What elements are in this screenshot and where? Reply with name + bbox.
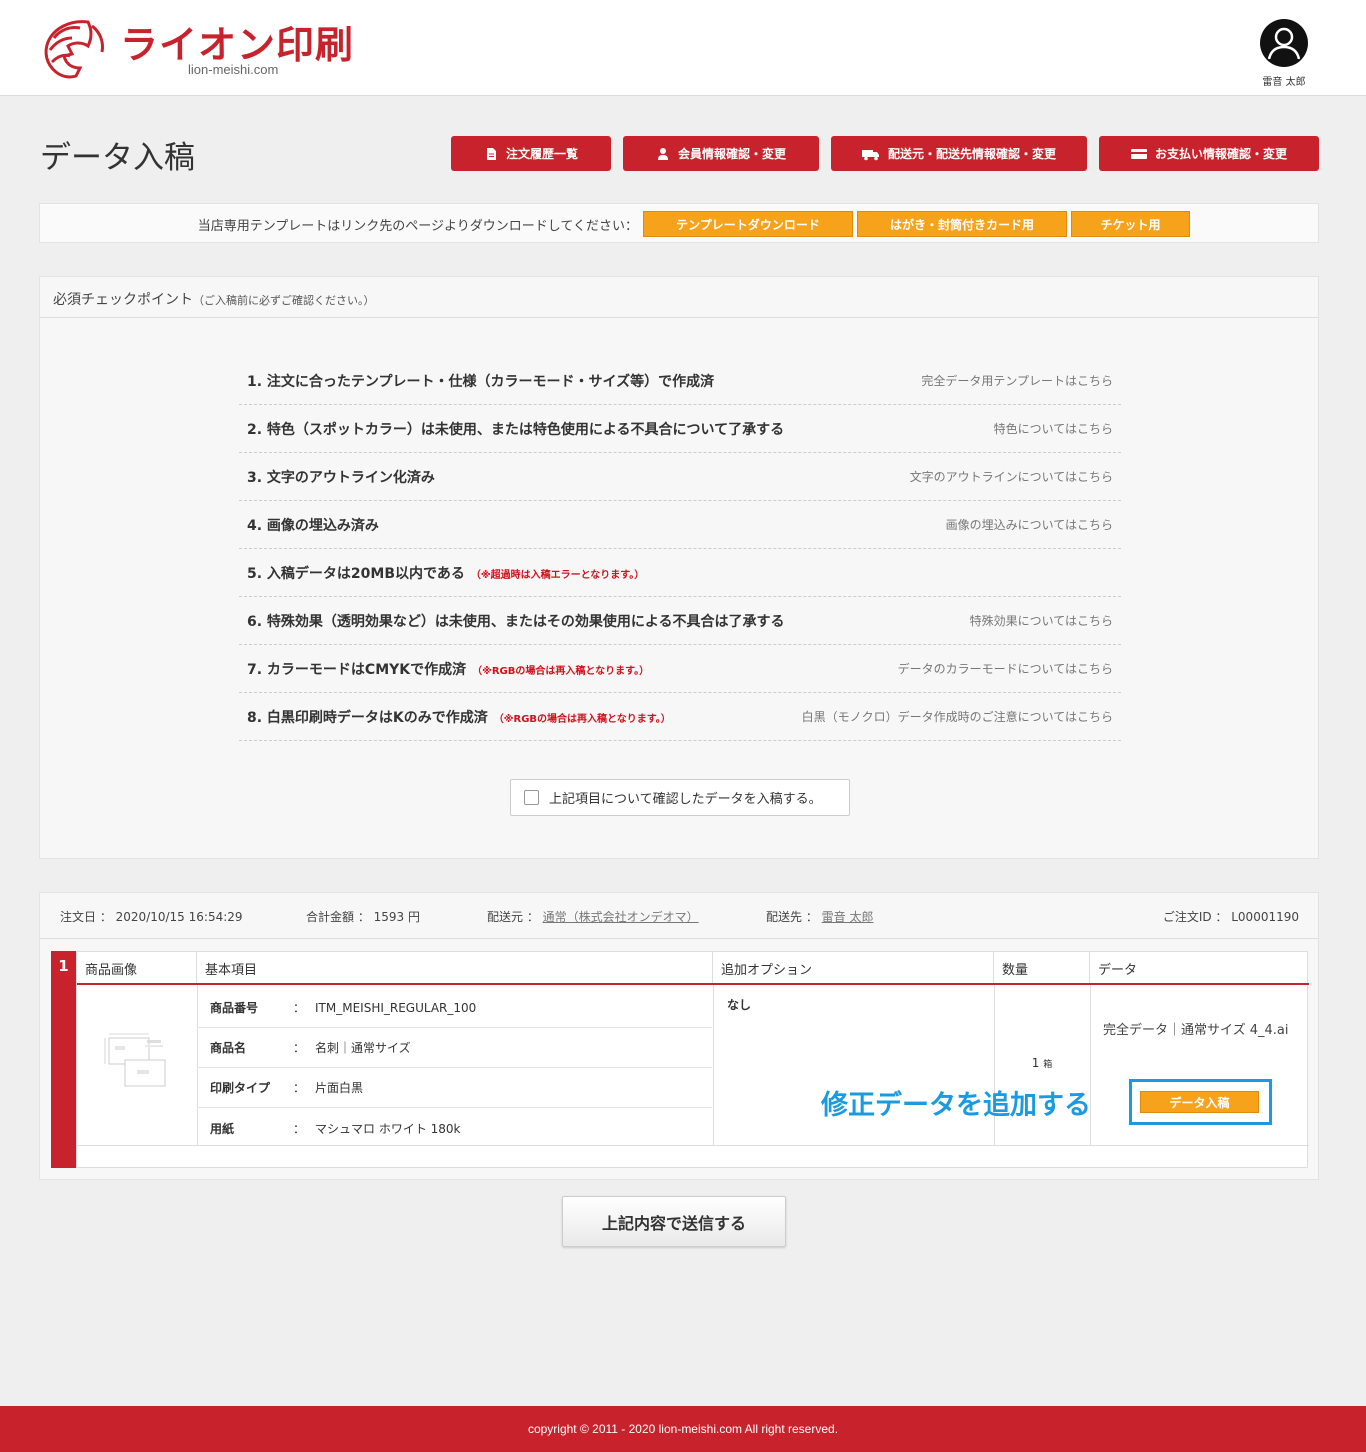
checkpoint-label: 2. 特色（スポットカラー）は未使用、または特色使用による不具合について了承する <box>247 421 785 438</box>
logo-text[interactable]: ライオン印刷 <box>120 14 354 69</box>
user-icon <box>657 147 668 160</box>
checkpoint-title-note: （ご入稿前に必ずご確認ください。） <box>193 294 375 307</box>
checkpoint-item: 8. 白黒印刷時データはKのみで作成済 （※RGBの場合は再入稿となります。） 白… <box>239 693 1121 741</box>
confirm-checkbox-label: 上記項目について確認したデータを入稿する。 <box>549 792 822 807</box>
ticket-template-button[interactable]: チケット用 <box>1071 211 1190 237</box>
checkpoint-label: 5. 入稿データは20MB以内である <box>247 565 465 582</box>
product-thumbnail[interactable] <box>103 1032 171 1090</box>
checkpoint-item: 1. 注文に合ったテンプレート・仕様（カラーモード・サイズ等）で作成済 完全デー… <box>239 357 1121 405</box>
checkpoint-item: 5. 入稿データは20MB以内である （※超過時は入稿エラーとなります。） <box>239 549 1121 597</box>
column-header-image: 商品画像 <box>77 952 197 983</box>
member-info-label: 会員情報確認・変更 <box>677 147 786 161</box>
checkpoint-item: 6. 特殊効果（透明効果など）は未使用、またはその効果使用による不具合は了承する… <box>239 597 1121 645</box>
checkpoint-panel: 必須チェックポイント（ご入稿前に必ずご確認ください。） 1. 注文に合ったテンプ… <box>39 276 1319 859</box>
document-icon <box>486 147 496 160</box>
checkpoint-help-link[interactable]: 完全データ用テンプレートはこちら <box>921 372 1113 389</box>
divider <box>713 985 714 1145</box>
checkpoint-warning: （※RGBの場合は再入稿となります。） <box>493 713 671 725</box>
member-info-button[interactable]: 会員情報確認・変更 <box>623 136 819 171</box>
submit-button[interactable]: 上記内容で送信する <box>562 1196 786 1247</box>
spec-value: 片面白黒 <box>315 1081 364 1095</box>
order-total: 合計金額 ： 1593 円 <box>306 910 421 924</box>
order-panel: 注文日 ： 2020/10/15 16:54:29 合計金額 ： 1593 円 … <box>39 892 1319 1180</box>
header-divider <box>77 983 1309 985</box>
option-value: なし <box>727 998 752 1012</box>
checkpoint-list: 1. 注文に合ったテンプレート・仕様（カラーモード・サイズ等）で作成済 完全デー… <box>239 357 1121 741</box>
order-date: 注文日 ： 2020/10/15 16:54:29 <box>60 910 243 924</box>
shipping-info-button[interactable]: 配送元・配送先情報確認・変更 <box>831 136 1087 171</box>
checkpoint-help-link[interactable]: 特殊効果についてはこちら <box>970 612 1113 629</box>
truck-icon <box>861 149 879 160</box>
card-icon <box>1130 148 1147 159</box>
checkpoint-warning: （※超過時は入稿エラーとなります。） <box>470 569 645 581</box>
spec-key: 用紙 <box>210 1121 235 1136</box>
checkpoint-title: 必須チェックポイント <box>53 292 193 308</box>
page-title: データ入稿 <box>40 140 195 176</box>
checkpoint-help-link[interactable]: 特色についてはこちら <box>994 420 1113 437</box>
checkpoint-label: 6. 特殊効果（透明効果など）は未使用、またはその効果使用による不具合は了承する <box>247 613 785 630</box>
spec-key: 商品番号 <box>210 1001 259 1015</box>
shipping-info-label: 配送元・配送先情報確認・変更 <box>887 147 1056 161</box>
checkpoint-label: 3. 文字のアウトライン化済み <box>247 469 435 486</box>
order-history-button[interactable]: 注文履歴一覧 <box>451 136 611 171</box>
footer-copyright: copyright © 2011 - 2020 lion-meishi.com … <box>0 1406 1366 1452</box>
checkpoint-help-link[interactable]: データのカラーモードについてはこちら <box>898 660 1113 677</box>
spec-value: ITM_MEISHI_REGULAR_100 <box>315 1000 477 1015</box>
lion-logo-icon[interactable] <box>40 16 110 80</box>
checkpoint-item: 2. 特色（スポットカラー）は未使用、または特色使用による不具合について了承する… <box>239 405 1121 453</box>
template-bar: 当店専用テンプレートはリンク先のページよりダウンロードしてください： テンプレー… <box>39 203 1319 243</box>
user-name[interactable]: 雷音 太郎 <box>1252 73 1316 88</box>
template-download-button[interactable]: テンプレートダウンロード <box>643 211 853 237</box>
order-id: ご注文ID ： L00001190 <box>1162 910 1299 924</box>
spec-key: 印刷タイプ <box>210 1081 271 1095</box>
order-ship-from: 配送元 ： 通常（株式会社オンデオマ） <box>487 910 699 924</box>
checkpoint-item: 4. 画像の埋込み済み 画像の埋込みについてはこちら <box>239 501 1121 549</box>
logo-subtitle: lion-meishi.com <box>188 62 279 77</box>
spec-key: 商品名 <box>210 1041 247 1055</box>
spec-value: マシュマロ ホワイト 180k <box>315 1121 461 1136</box>
checkpoint-help-link[interactable]: 画像の埋込みについてはこちら <box>946 516 1113 533</box>
payment-info-label: お支払い情報確認・変更 <box>1154 147 1287 161</box>
data-file-name: 完全データ｜通常サイズ 4_4.ai <box>1103 1023 1289 1038</box>
payment-info-button[interactable]: お支払い情報確認・変更 <box>1099 136 1319 171</box>
checkpoint-help-link[interactable]: 文字のアウトラインについてはこちら <box>910 468 1113 485</box>
ship-to-link[interactable]: 雷音 太郎 <box>822 910 874 924</box>
order-item-table: 商品画像 基本項目 追加オプション 数量 データ 商品番号： ITM_MEISHI… <box>76 951 1309 1168</box>
checkpoint-header: 必須チェックポイント（ご入稿前に必ずご確認ください。） <box>40 277 1318 318</box>
column-header-options: 追加オプション <box>713 952 994 983</box>
checkpoint-label: 8. 白黒印刷時データはKのみで作成済 <box>247 709 488 726</box>
checkpoint-item: 7. カラーモードはCMYKで作成済 （※RGBの場合は再入稿となります。） デー… <box>239 645 1121 693</box>
spec-row-product-code: 商品番号： ITM_MEISHI_REGULAR_100 <box>197 988 712 1028</box>
site-header: ライオン印刷 lion-meishi.com 雷音 太郎 <box>0 0 1366 96</box>
checkpoint-warning: （※RGBの場合は再入稿となります。） <box>472 665 650 677</box>
checkpoint-help-link[interactable]: 白黒（モノクロ）データ作成時のご注意についてはこちら <box>802 708 1113 725</box>
quantity-value: 1 箱 <box>1031 1056 1053 1070</box>
order-ship-to: 配送先 ： 雷音 太郎 <box>766 910 874 924</box>
user-avatar-icon[interactable] <box>1260 19 1308 67</box>
checkpoint-label: 1. 注文に合ったテンプレート・仕様（カラーモード・サイズ等）で作成済 <box>247 373 715 390</box>
confirm-checkbox-field[interactable]: 上記項目について確認したデータを入稿する。 <box>510 779 850 816</box>
data-upload-button[interactable]: データ入稿 <box>1140 1091 1259 1113</box>
item-number: 1 <box>51 951 76 1168</box>
column-header-basic: 基本項目 <box>197 952 713 983</box>
spec-row-product-name: 商品名：名刺｜通常サイズ <box>197 1028 712 1068</box>
checkpoint-label: 7. カラーモードはCMYKで作成済 <box>247 661 467 678</box>
annotation-text: 修正データを追加する <box>821 1090 1091 1121</box>
template-bar-text: 当店専用テンプレートはリンク先のページよりダウンロードしてください： <box>197 219 638 234</box>
column-header-data: データ <box>1098 963 1138 978</box>
spec-row-paper: 用紙：マシュマロ ホワイト 180k <box>197 1108 712 1148</box>
spec-value: 名刺｜通常サイズ <box>315 1041 411 1055</box>
checkpoint-label: 4. 画像の埋込み済み <box>247 517 379 534</box>
order-history-label: 注文履歴一覧 <box>505 147 578 161</box>
postcard-template-button[interactable]: はがき・封筒付きカード用 <box>857 211 1067 237</box>
checkpoint-item: 3. 文字のアウトライン化済み 文字のアウトラインについてはこちら <box>239 453 1121 501</box>
divider <box>40 938 1318 939</box>
column-header-quantity: 数量 <box>994 952 1090 983</box>
spec-row-print-type: 印刷タイプ：片面白黒 <box>197 1068 712 1108</box>
ship-from-link[interactable]: 通常（株式会社オンデオマ） <box>543 910 699 924</box>
confirm-checkbox[interactable] <box>524 790 539 805</box>
